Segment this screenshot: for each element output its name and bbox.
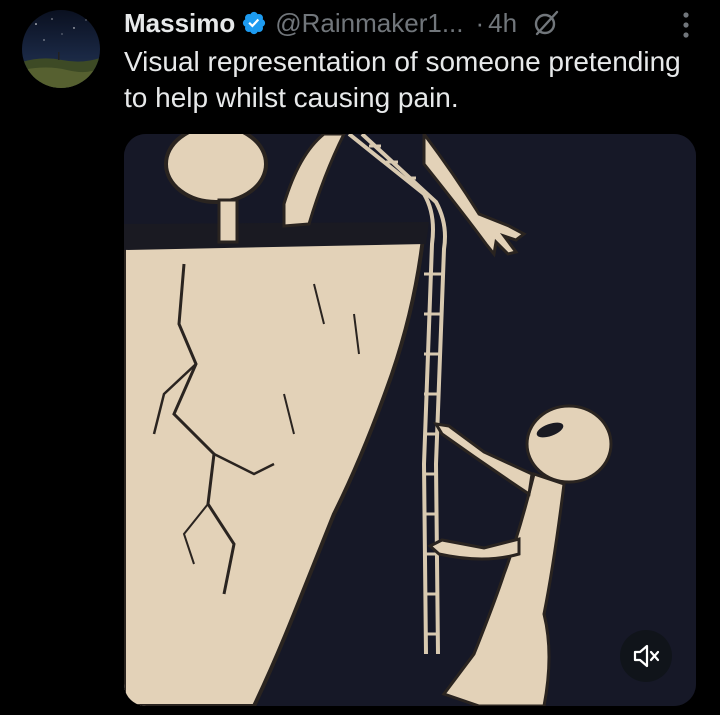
tweet[interactable]: Massimo @Rainmaker1... · 4h Visual repre…	[0, 0, 720, 715]
grok-icon[interactable]	[531, 8, 561, 38]
mute-button[interactable]	[620, 630, 672, 682]
more-options-icon[interactable]	[674, 10, 698, 40]
avatar[interactable]	[22, 10, 100, 88]
tweet-text: Visual representation of someone pretend…	[124, 46, 681, 113]
tweet-header: Massimo @Rainmaker1... · 4h	[124, 4, 700, 42]
timestamp[interactable]: 4h	[488, 8, 517, 39]
display-name[interactable]: Massimo	[124, 8, 235, 39]
user-handle[interactable]: @Rainmaker1...	[275, 8, 463, 39]
separator-dot: ·	[475, 7, 485, 38]
verified-badge-icon	[241, 10, 267, 36]
volume-muted-icon	[633, 644, 660, 668]
avatar-image	[22, 10, 100, 88]
tweet-media-video[interactable]	[124, 134, 696, 706]
video-frame	[124, 134, 696, 706]
